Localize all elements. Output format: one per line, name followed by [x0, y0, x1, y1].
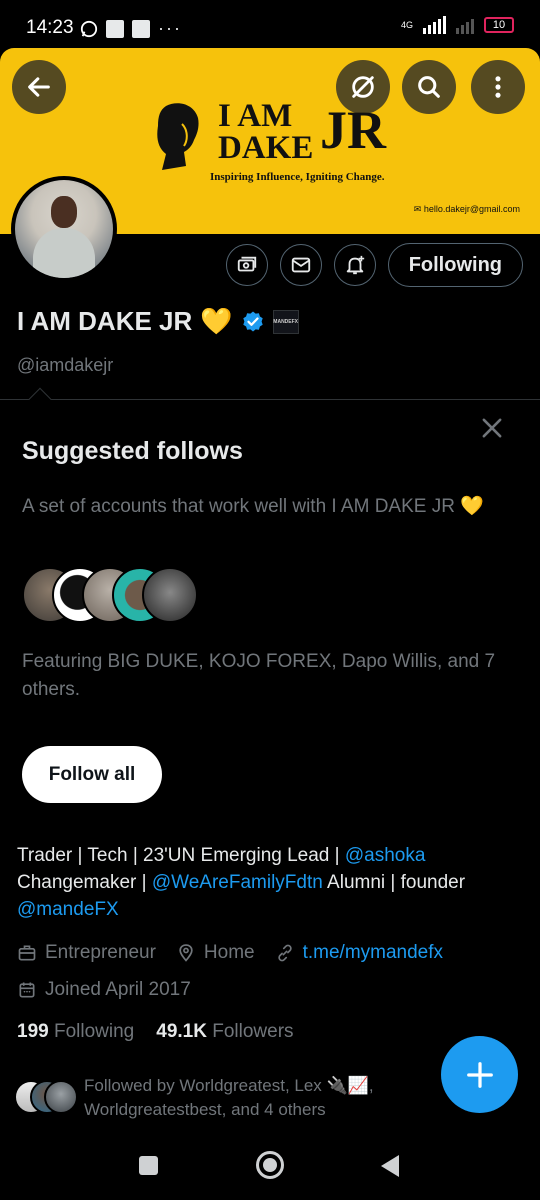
money-icon [237, 256, 256, 272]
network-type: 4G [400, 19, 413, 30]
following-count: 199 [17, 1021, 49, 1042]
briefcase-icon [18, 945, 36, 961]
notification-icon [106, 19, 124, 38]
divider-pointer [28, 387, 52, 411]
avatar-photo [15, 180, 113, 278]
profile-meta-row: Entrepreneur Home t.me/mymandefx [17, 942, 443, 964]
status-time: 14:23 [26, 17, 74, 38]
envelope-icon [291, 257, 310, 273]
bio-link-ashoka[interactable]: @ashoka [345, 845, 426, 866]
follower-avatar [44, 1080, 78, 1114]
bell-plus-icon [346, 255, 364, 275]
close-icon[interactable] [478, 414, 506, 442]
bio-text: Alumni | founder [322, 872, 466, 893]
arrow-left-icon [28, 77, 50, 97]
status-notification-icons: ··· [80, 18, 182, 39]
profession-label: Entrepreneur [45, 942, 156, 963]
followed-by-avatars[interactable] [14, 1080, 78, 1114]
profile-avatar[interactable] [11, 176, 117, 282]
whatsapp-icon [80, 20, 98, 37]
brand-name: I AM DAKE [218, 98, 314, 166]
brand-line-1: I AM [218, 98, 293, 134]
link-icon [277, 944, 292, 962]
notifications-button[interactable] [333, 244, 376, 286]
joined-date: Joined April 2017 [45, 979, 191, 1000]
profile-bio: Trader | Tech | 23'UN Emerging Lead | @a… [17, 842, 527, 923]
follow-all-button[interactable]: Follow all [22, 746, 162, 803]
profile-actions: Following [225, 243, 523, 287]
bio-link-mandefx[interactable]: @mandeFX [17, 899, 119, 920]
brand-jr-monogram: JR [320, 100, 386, 160]
suggested-follows-title: Suggested follows [22, 437, 243, 465]
suggested-avatar [142, 567, 198, 623]
suggested-featuring: Featuring BIG DUKE, KOJO FOREX, Dapo Wil… [22, 651, 496, 700]
section-divider [0, 399, 540, 400]
affiliate-badge[interactable]: MANDEFX [272, 309, 299, 334]
battery-icon: 10 [484, 17, 514, 33]
tip-button[interactable] [225, 244, 268, 286]
more-options-button[interactable] [471, 60, 525, 114]
more-vertical-icon [495, 76, 501, 98]
profile-joined-row: Joined April 2017 [17, 979, 191, 1001]
display-name-text: I AM DAKE JR [17, 306, 193, 336]
more-notifications-icon: ··· [158, 18, 182, 38]
signal-icon [423, 16, 446, 34]
suggested-follows-description: A set of accounts that work well with I … [22, 496, 484, 517]
followers-count: 49.1K [156, 1021, 207, 1042]
grok-icon [352, 76, 374, 98]
follow-stats: 199 Following 49.1K Followers [17, 1021, 294, 1043]
bio-text: Changemaker | [17, 872, 152, 893]
profile-display-name: I AM DAKE JR 💛 MANDEFX [17, 306, 299, 337]
location-label: Home [203, 942, 255, 963]
website-link[interactable]: t.me/mymandefx [303, 942, 443, 964]
search-icon [418, 76, 440, 98]
location-pin-icon [179, 944, 193, 962]
status-bar: 14:23 ··· 4G 10 [0, 0, 540, 48]
back-button[interactable] [12, 60, 66, 114]
name-emoji: 💛 [200, 306, 233, 336]
brand-line-2: DAKE [218, 130, 314, 166]
brand-logo-silhouette [157, 103, 199, 170]
signal-icon-secondary [456, 16, 474, 34]
android-nav-bar [0, 1135, 540, 1200]
following-button[interactable]: Following [387, 243, 523, 287]
profile-handle: @iamdakejr [17, 355, 114, 375]
followed-by-text[interactable]: Followed by Worldgreatest, Lex 🔌📈, World… [84, 1074, 414, 1122]
following-stat[interactable]: 199 Following [17, 1021, 134, 1043]
status-system-icons: 4G 10 [401, 16, 514, 34]
verified-badge-icon[interactable] [241, 310, 265, 334]
search-button[interactable] [402, 60, 456, 114]
bio-text: Trader | Tech | 23'UN Emerging Lead | [17, 845, 345, 866]
home-button[interactable] [256, 1151, 284, 1179]
bio-link-wearefamilyfdtn[interactable]: @WeAreFamilyFdtn [152, 872, 323, 893]
followers-stat[interactable]: 49.1K Followers [156, 1021, 293, 1043]
brand-email: ✉ hello.dakejr@gmail.com [413, 204, 520, 214]
back-nav-button[interactable] [381, 1155, 399, 1177]
brand-tagline: Inspiring Influence, Igniting Change. [210, 171, 385, 183]
notification-icon [132, 19, 150, 38]
followers-label: Followers [212, 1021, 294, 1042]
following-label: Following [53, 1021, 135, 1042]
compose-post-button[interactable] [441, 1036, 518, 1113]
message-button[interactable] [279, 244, 322, 286]
calendar-icon [19, 982, 35, 998]
plus-icon [466, 1061, 493, 1088]
recent-apps-button[interactable] [139, 1156, 158, 1175]
suggested-avatars[interactable] [22, 567, 222, 623]
